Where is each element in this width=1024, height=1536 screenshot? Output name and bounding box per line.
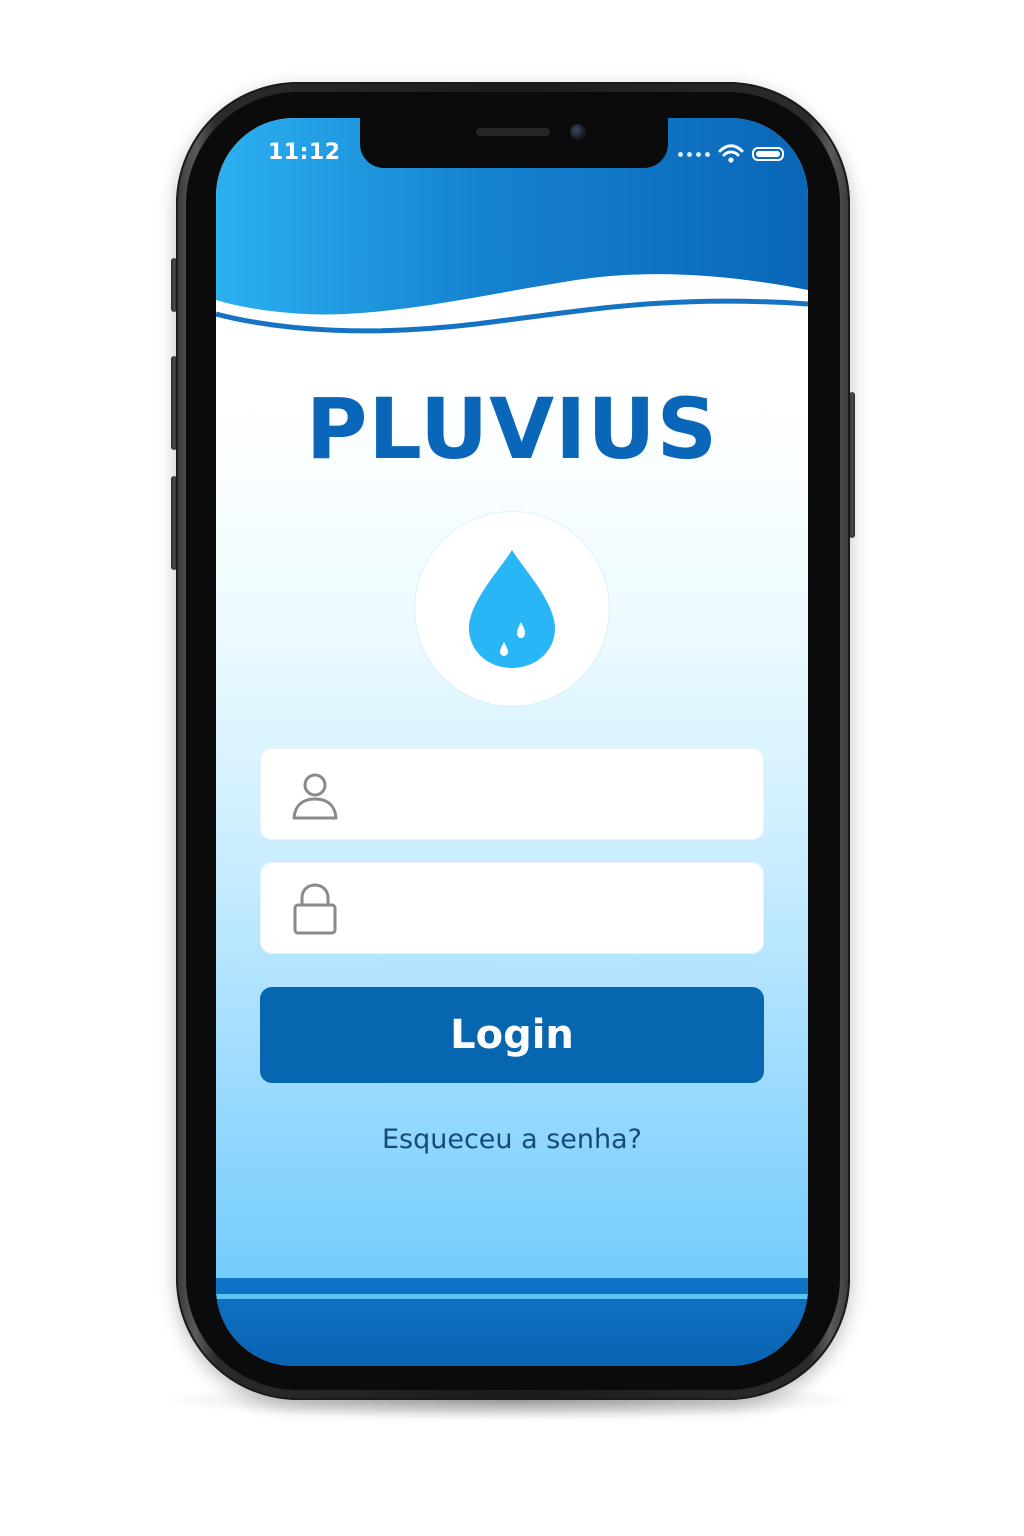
notch (360, 118, 668, 168)
logo-badge (415, 512, 609, 706)
username-input[interactable] (361, 769, 745, 823)
password-field[interactable] (260, 862, 764, 954)
wifi-icon (718, 144, 744, 163)
status-time: 11:12 (268, 140, 341, 165)
front-camera (570, 124, 586, 140)
footer-stripe (216, 1294, 808, 1299)
username-field[interactable] (260, 748, 764, 840)
password-input[interactable] (361, 883, 745, 937)
lock-icon (293, 883, 337, 935)
page: 11:12 PLUVIUS Login Esqueceu a senha? (0, 0, 1024, 1536)
earpiece-speaker (476, 128, 550, 136)
app-title: PLUVIUS (305, 380, 719, 478)
status-icons (678, 144, 784, 164)
forgot-password-link[interactable]: Esqueceu a senha? (216, 1124, 808, 1155)
phone-screen: 11:12 PLUVIUS Login Esqueceu a senha? (216, 118, 808, 1366)
water-drop-icon (469, 550, 555, 668)
signal-dots-icon (678, 151, 710, 157)
footer-band (216, 1278, 808, 1366)
user-icon (292, 773, 338, 820)
battery-icon (752, 147, 784, 161)
login-button[interactable]: Login (260, 987, 764, 1083)
